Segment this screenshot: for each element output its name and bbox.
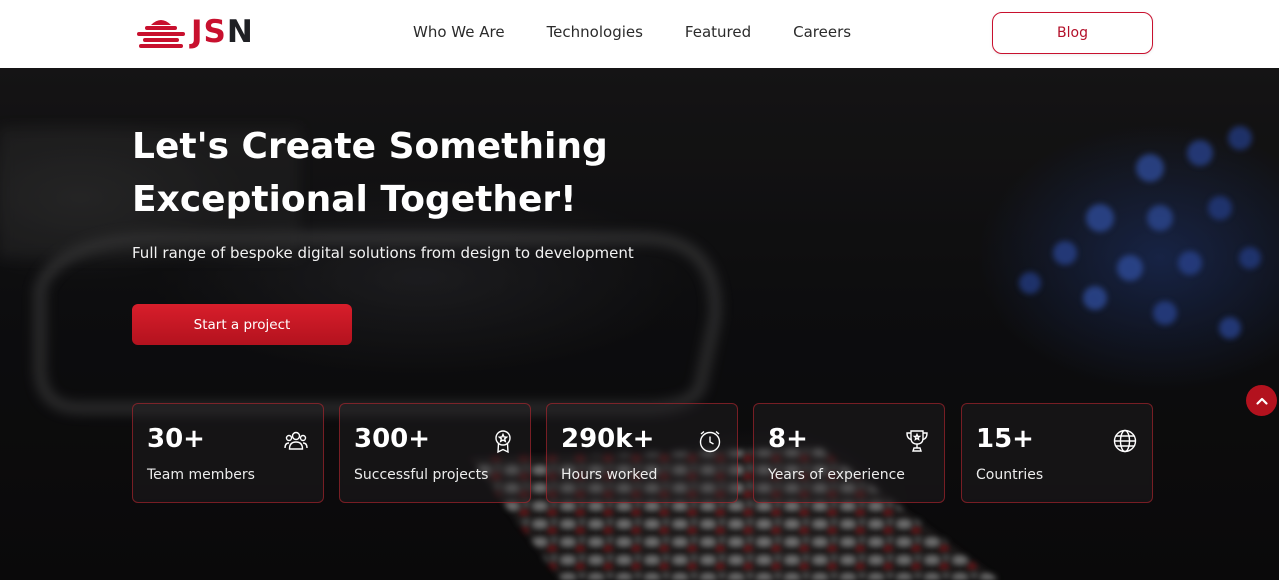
stat-card-hours-worked: 290k+ Hours worked (546, 403, 738, 503)
nav-item-careers[interactable]: Careers (793, 23, 851, 41)
site-header: JSN Who We Are Technologies Featured Car… (0, 0, 1279, 68)
stat-value: 300+ (354, 424, 431, 454)
hero-section: Let's Create Something Exceptional Toget… (0, 68, 1279, 580)
stat-value: 15+ (976, 424, 1034, 454)
clock-icon (699, 430, 721, 453)
main-nav: Who We Are Technologies Featured Careers (392, 0, 872, 64)
stat-label: Years of experience (768, 467, 905, 483)
start-project-button[interactable]: Start a project (132, 304, 352, 345)
chevron-up-icon (1255, 397, 1268, 405)
stat-value: 290k+ (561, 424, 655, 454)
stat-card-successful-projects: 300+ Successful projects (339, 403, 531, 503)
logo-mark-icon (137, 20, 185, 48)
nav-item-who-we-are[interactable]: Who We Are (413, 23, 505, 41)
stat-value: 30+ (147, 424, 205, 454)
stat-value: 8+ (768, 424, 808, 454)
logo-wordmark: JSN (191, 14, 254, 50)
team-icon (284, 431, 308, 450)
stat-label: Hours worked (561, 467, 658, 483)
stat-card-years-experience: 8+ Years of experience (753, 403, 945, 503)
stat-card-countries: 15+ Countries (961, 403, 1153, 503)
stat-label: Successful projects (354, 467, 489, 483)
jsn-logo[interactable]: JSN (135, 14, 254, 50)
blog-button[interactable]: Blog (992, 12, 1153, 54)
hero-title: Let's Create Something Exceptional Toget… (132, 126, 608, 220)
stat-label: Team members (147, 467, 255, 483)
award-icon (495, 430, 511, 454)
globe-icon (1113, 429, 1137, 453)
nav-item-featured[interactable]: Featured (685, 23, 751, 41)
hero-subtitle: Full range of bespoke digital solutions … (132, 244, 634, 262)
stat-label: Countries (976, 467, 1044, 483)
trophy-icon (906, 430, 928, 452)
stat-card-team-members: 30+ Team members (132, 403, 324, 503)
nav-item-technologies[interactable]: Technologies (547, 23, 643, 41)
scroll-to-top-button[interactable] (1246, 385, 1277, 416)
